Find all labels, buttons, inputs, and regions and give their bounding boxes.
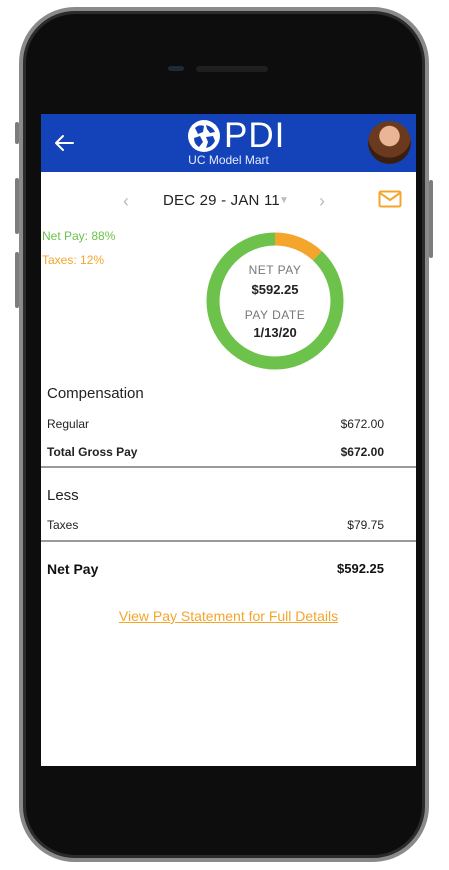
donut-net-pay-label: NET PAY	[248, 263, 302, 277]
logo-text: PDI	[224, 116, 286, 155]
pay-period-nav: ‹ DEC 29 - JAN 11 ▼ ›	[41, 186, 416, 214]
email-icon[interactable]	[378, 190, 402, 208]
total-gross-pay-label: Total Gross Pay	[47, 445, 138, 459]
view-pay-statement-link[interactable]: View Pay Statement for Full Details	[41, 608, 416, 624]
net-pay-label: Net Pay	[47, 561, 99, 577]
app-header: PDI UC Model Mart	[41, 114, 416, 172]
taxes-value: $79.75	[347, 518, 384, 532]
section-divider	[41, 540, 416, 542]
compensation-heading: Compensation	[47, 385, 144, 402]
pay-donut-chart	[206, 232, 344, 370]
globe-logo-icon	[188, 120, 220, 152]
total-gross-pay-value: $672.00	[340, 445, 384, 459]
user-avatar[interactable]	[368, 121, 411, 164]
net-pay-value: $592.25	[337, 561, 384, 576]
regular-value: $672.00	[340, 417, 384, 431]
donut-pay-date-value: 1/13/20	[253, 325, 297, 340]
back-arrow-icon[interactable]	[53, 132, 75, 154]
volume-down-button	[15, 252, 19, 308]
pay-period-range[interactable]: DEC 29 - JAN 11	[163, 192, 280, 209]
less-heading: Less	[47, 487, 79, 504]
chevron-right-icon[interactable]: ›	[319, 191, 325, 212]
app-screen: PDI UC Model Mart ‹ DEC 29 - JAN 11 ▼ › …	[41, 114, 416, 766]
section-divider	[41, 466, 416, 468]
donut-pay-date-label: PAY DATE	[244, 308, 306, 322]
front-camera	[168, 66, 184, 71]
donut-net-pay-segment	[206, 232, 344, 370]
regular-label: Regular	[47, 417, 90, 431]
mute-switch	[15, 122, 19, 144]
pdi-logo: PDI	[186, 116, 296, 155]
volume-up-button	[15, 178, 19, 234]
power-button	[429, 180, 433, 258]
company-name: UC Model Mart	[188, 153, 269, 167]
caret-down-icon[interactable]: ▼	[279, 195, 289, 206]
legend-net-pay: Net Pay: 88%	[42, 229, 116, 243]
chevron-left-icon[interactable]: ‹	[123, 191, 129, 212]
donut-net-pay-value: $592.25	[251, 282, 299, 297]
taxes-label: Taxes	[47, 518, 79, 532]
legend-taxes: Taxes: 12%	[42, 253, 105, 267]
earpiece-speaker	[196, 66, 268, 72]
